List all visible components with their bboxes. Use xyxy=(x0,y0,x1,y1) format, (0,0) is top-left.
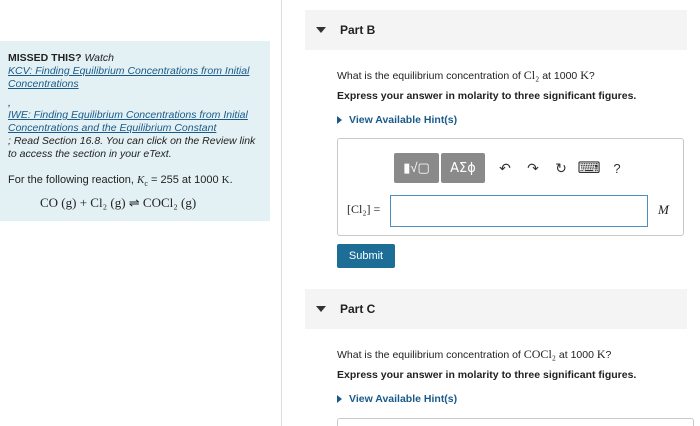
question-unit: K xyxy=(580,68,589,82)
undo-icon[interactable]: ↶ xyxy=(491,153,519,183)
question-end: ? xyxy=(605,349,612,361)
reaction-intro-text: For the following reaction, xyxy=(8,174,134,186)
caret-right-icon xyxy=(337,395,342,403)
question-end: ? xyxy=(588,70,595,82)
question-species: Cl₂ xyxy=(523,68,540,82)
part-c-instruction: Express your answer in molarity to three… xyxy=(337,369,637,381)
caret-right-icon xyxy=(337,116,342,124)
part-b-header[interactable]: Part B xyxy=(305,10,687,50)
kc-subscript: c xyxy=(144,179,148,189)
temperature-unit: K xyxy=(221,174,230,186)
hint-label: View Available Hint(s) xyxy=(349,114,458,126)
kcv-video-link[interactable]: KCV: Finding Equilibrium Concentrations … xyxy=(8,65,262,91)
left-panel: MISSED THIS? Watch KCV: Finding Equilibr… xyxy=(0,0,282,426)
answer-unit: M xyxy=(658,202,669,217)
submit-button[interactable]: Submit xyxy=(337,244,395,268)
reaction-intro-end: . xyxy=(229,174,233,186)
missed-this-heading: MISSED THIS? Watch xyxy=(8,52,262,65)
missed-this-box: MISSED THIS? Watch KCV: Finding Equilibr… xyxy=(0,41,270,221)
hint-label: View Available Hint(s) xyxy=(349,393,458,405)
question-unit: K xyxy=(596,347,606,361)
templates-button[interactable]: ▮√▢ xyxy=(394,153,439,183)
question-temp: at 1000 xyxy=(558,349,594,361)
greek-symbols-button[interactable]: ΑΣϕ xyxy=(441,153,485,183)
part-b-instruction: Express your answer in molarity to three… xyxy=(337,90,637,102)
question-species: COCl₂ xyxy=(523,347,556,361)
kc-value-text: = 255 at 1000 xyxy=(150,174,219,186)
part-c-hint-link[interactable]: View Available Hint(s) xyxy=(337,393,457,405)
iwe-video-link[interactable]: IWE: Finding Equilibrium Concentrations … xyxy=(8,109,262,135)
math-toolbar: ▮√▢ ΑΣϕ ↶ ↷ ↻ ⌨ ? xyxy=(394,153,631,183)
part-c-answer-box-edge xyxy=(337,418,694,426)
reaction-intro: For the following reaction, Kc = 255 at … xyxy=(8,174,262,190)
part-b-question: What is the equilibrium concentration of… xyxy=(337,68,595,83)
answer-input[interactable] xyxy=(390,195,648,227)
part-c-question: What is the equilibrium concentration of… xyxy=(337,347,611,362)
part-b-title: Part B xyxy=(340,23,376,37)
separator-comma: , xyxy=(8,97,11,109)
part-c-header[interactable]: Part C xyxy=(305,289,687,329)
missed-label: MISSED THIS? xyxy=(8,52,82,64)
main-content: Part B What is the equilibrium concentra… xyxy=(305,0,700,426)
redo-icon[interactable]: ↷ xyxy=(519,153,547,183)
read-section-text: ; Read Section 16.8. You can click on th… xyxy=(8,135,256,160)
question-text: What is the equilibrium concentration of xyxy=(337,70,521,82)
keyboard-icon[interactable]: ⌨ xyxy=(575,153,603,183)
reaction-equation: CO (g) + Cl₂ (g) ⇌ COCl₂ (g) xyxy=(40,195,197,211)
question-text: What is the equilibrium concentration of xyxy=(337,349,521,361)
question-temp: at 1000 xyxy=(542,70,578,82)
part-c-title: Part C xyxy=(340,302,376,316)
help-icon[interactable]: ? xyxy=(603,153,631,183)
reset-icon[interactable]: ↻ xyxy=(547,153,575,183)
chevron-down-icon xyxy=(316,27,326,33)
part-b-hint-link[interactable]: View Available Hint(s) xyxy=(337,114,457,126)
chevron-down-icon xyxy=(316,306,326,312)
watch-label: Watch xyxy=(84,52,115,64)
answer-label: [Cl₂] = xyxy=(347,202,381,216)
answer-box: ▮√▢ ΑΣϕ ↶ ↷ ↻ ⌨ ? [Cl₂] = M xyxy=(337,138,684,236)
